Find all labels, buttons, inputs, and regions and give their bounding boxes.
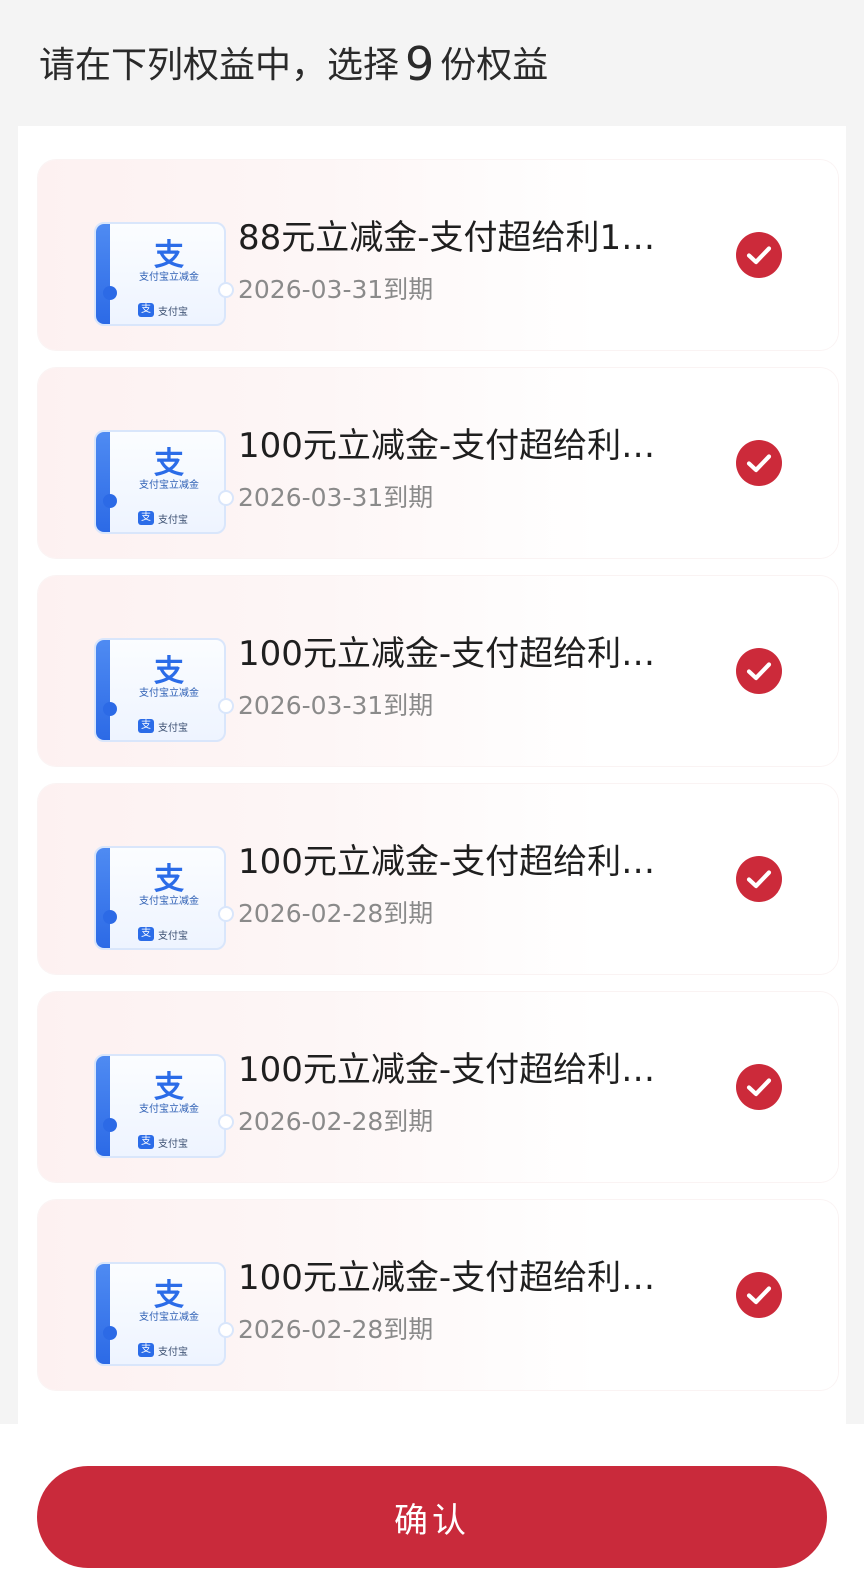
alipay-brand: 支 支付宝 xyxy=(138,302,188,318)
benefit-title: 100元立减金-支付超给利… xyxy=(238,426,656,466)
ticket-caption: 支付宝立减金 xyxy=(139,480,199,491)
alipay-brand-mark: 支 xyxy=(138,1343,154,1357)
benefit-item-2[interactable]: 支 支付宝立减金 支 支付宝 100元立减金-支付超给利… 2026-03-31… xyxy=(38,368,838,558)
benefit-expiry: 2026-02-28到期 xyxy=(238,1315,434,1344)
ticket-caption: 支付宝立减金 xyxy=(139,272,199,283)
benefit-item-1[interactable]: 支 支付宝立减金 支 支付宝 88元立减金-支付超给利1… 2026-03-31… xyxy=(38,160,838,350)
alipay-brand-text: 支付宝 xyxy=(158,930,188,942)
benefit-title: 100元立减金-支付超给利… xyxy=(238,1050,656,1090)
selected-check-icon[interactable] xyxy=(736,856,782,902)
alipay-brand-text: 支付宝 xyxy=(158,1346,188,1358)
alipay-brand: 支 支付宝 xyxy=(138,1134,188,1150)
selected-check-icon[interactable] xyxy=(736,232,782,278)
alipay-brand-mark: 支 xyxy=(138,1135,154,1149)
benefit-item-5[interactable]: 支 支付宝立减金 支 支付宝 100元立减金-支付超给利… 2026-02-28… xyxy=(38,992,838,1182)
benefit-expiry: 2026-03-31到期 xyxy=(238,275,434,304)
selected-check-icon[interactable] xyxy=(736,1272,782,1318)
ticket-caption: 支付宝立减金 xyxy=(139,1312,199,1323)
page-header: 请在下列权益中，选择 9 份权益 xyxy=(0,0,864,126)
alipay-brand-text: 支付宝 xyxy=(158,1138,188,1150)
alipay-coupon-icon: 支 支付宝立减金 支 支付宝 xyxy=(94,430,234,534)
benefit-item-6[interactable]: 支 支付宝立减金 支 支付宝 100元立减金-支付超给利… 2026-02-28… xyxy=(38,1200,838,1390)
alipay-brand-text: 支付宝 xyxy=(158,306,188,318)
benefit-expiry: 2026-02-28到期 xyxy=(238,899,434,928)
alipay-brand-text: 支付宝 xyxy=(158,514,188,526)
benefit-expiry: 2026-03-31到期 xyxy=(238,483,434,512)
alipay-brand: 支 支付宝 xyxy=(138,718,188,734)
selected-check-icon[interactable] xyxy=(736,648,782,694)
alipay-coupon-icon: 支 支付宝立减金 支 支付宝 xyxy=(94,222,234,326)
selected-check-icon[interactable] xyxy=(736,440,782,486)
benefit-title: 100元立减金-支付超给利… xyxy=(238,634,656,674)
ticket-caption: 支付宝立减金 xyxy=(139,688,199,699)
alipay-brand: 支 支付宝 xyxy=(138,1342,188,1358)
ticket-caption: 支付宝立减金 xyxy=(139,896,199,907)
ticket-caption: 支付宝立减金 xyxy=(139,1104,199,1115)
alipay-brand: 支 支付宝 xyxy=(138,510,188,526)
alipay-coupon-icon: 支 支付宝立减金 支 支付宝 xyxy=(94,1262,234,1366)
header-prefix: 请在下列权益中，选择 xyxy=(39,45,400,86)
benefit-title: 100元立减金-支付超给利… xyxy=(238,842,656,882)
benefit-list: 支 支付宝立减金 支 支付宝 88元立减金-支付超给利1… 2026-03-31… xyxy=(18,126,846,1424)
alipay-brand-mark: 支 xyxy=(138,303,154,317)
benefit-item-4[interactable]: 支 支付宝立减金 支 支付宝 100元立减金-支付超给利… 2026-02-28… xyxy=(38,784,838,974)
benefit-title: 88元立减金-支付超给利1… xyxy=(238,218,656,258)
header-suffix: 份权益 xyxy=(440,45,549,86)
alipay-coupon-icon: 支 支付宝立减金 支 支付宝 xyxy=(94,638,234,742)
benefit-expiry: 2026-02-28到期 xyxy=(238,1107,434,1136)
alipay-brand-mark: 支 xyxy=(138,927,154,941)
selection-count: 9 xyxy=(405,37,435,91)
alipay-brand-mark: 支 xyxy=(138,719,154,733)
confirm-button[interactable]: 确认 xyxy=(37,1466,827,1568)
alipay-brand-mark: 支 xyxy=(138,511,154,525)
bottom-bar: 确认 xyxy=(0,1424,864,1594)
benefit-title: 100元立减金-支付超给利… xyxy=(238,1258,656,1298)
benefit-expiry: 2026-03-31到期 xyxy=(238,691,434,720)
selected-check-icon[interactable] xyxy=(736,1064,782,1110)
alipay-coupon-icon: 支 支付宝立减金 支 支付宝 xyxy=(94,846,234,950)
benefit-item-3[interactable]: 支 支付宝立减金 支 支付宝 100元立减金-支付超给利… 2026-03-31… xyxy=(38,576,838,766)
alipay-brand: 支 支付宝 xyxy=(138,926,188,942)
alipay-brand-text: 支付宝 xyxy=(158,722,188,734)
benefit-selection-page: 请在下列权益中，选择 9 份权益 支 支付宝立减金 支 支付宝 88元立减金-支付超… xyxy=(0,0,864,1594)
alipay-coupon-icon: 支 支付宝立减金 支 支付宝 xyxy=(94,1054,234,1158)
